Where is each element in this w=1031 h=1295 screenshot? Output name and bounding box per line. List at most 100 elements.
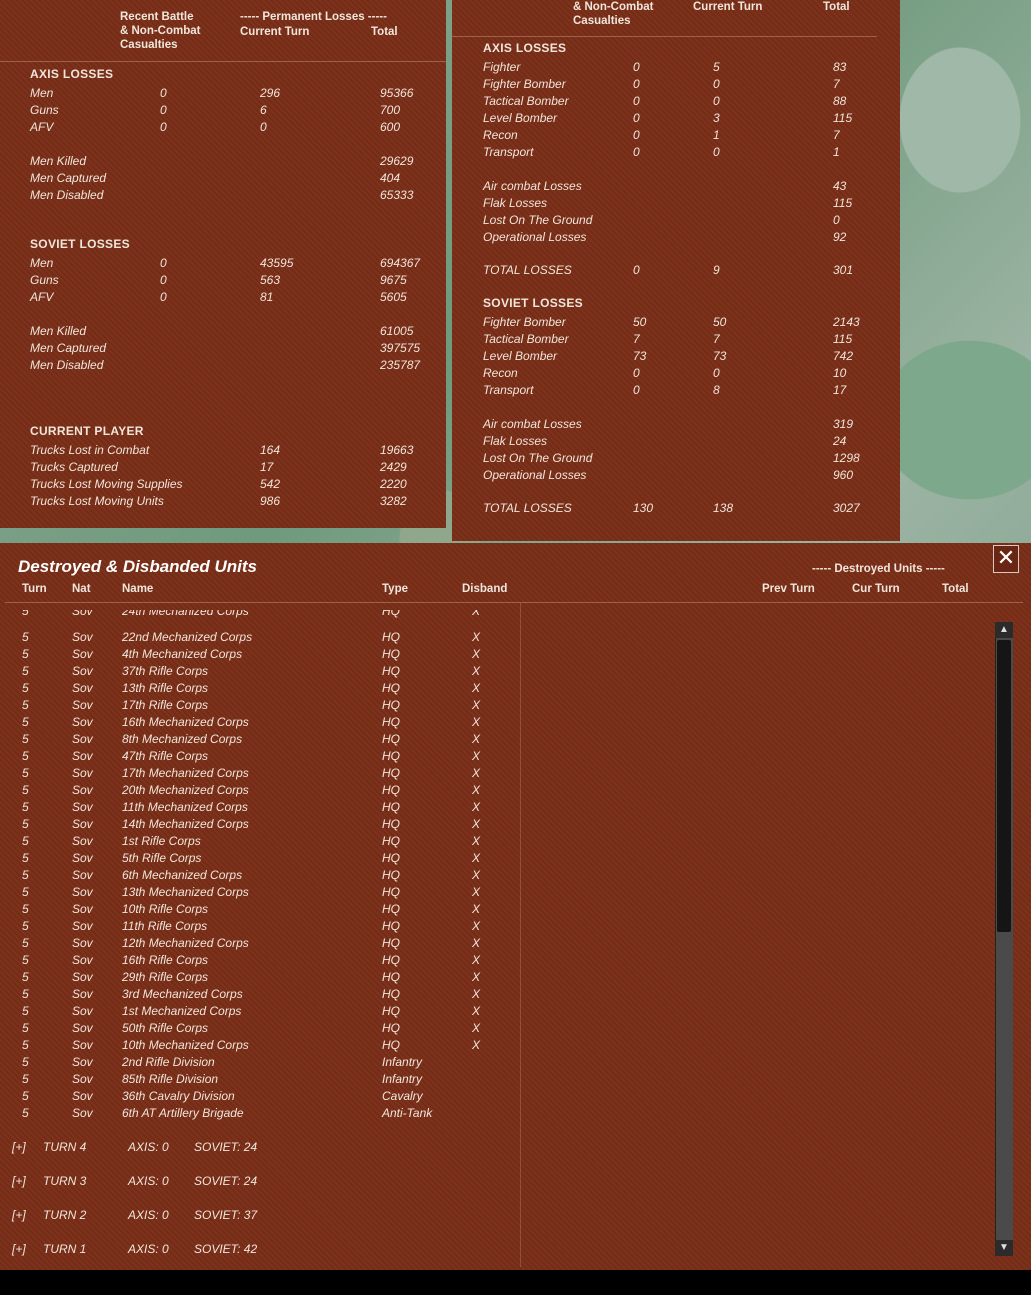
- turn-group-row[interactable]: [+] TURN 3 AXIS: 0 SOVIET: 24: [0, 1173, 520, 1190]
- loss-cause-label: Flak Losses: [483, 196, 548, 210]
- unit-row[interactable]: 5 Sov 17th Rifle Corps HQ X: [0, 697, 520, 714]
- unit-turn: 5: [22, 817, 29, 831]
- aircraft-label: Level Bomber: [483, 111, 558, 125]
- close-button[interactable]: ✕: [993, 545, 1019, 573]
- loss-cause-total: 115: [833, 196, 853, 210]
- unit-type: HQ: [382, 610, 400, 618]
- scroll-up-button[interactable]: ▲: [995, 622, 1013, 638]
- unit-row[interactable]: 5 Sov 36th Cavalry Division Cavalry: [0, 1088, 520, 1105]
- unit-row[interactable]: 5 Sov 8th Mechanized Corps HQ X: [0, 731, 520, 748]
- unit-row[interactable]: 5 Sov 47th Rifle Corps HQ X: [0, 748, 520, 765]
- unit-row[interactable]: 5 Sov 16th Mechanized Corps HQ X: [0, 714, 520, 731]
- unit-name: 36th Cavalry Division: [122, 1089, 235, 1103]
- unit-row[interactable]: 5 Sov 13th Mechanized Corps HQ X: [0, 884, 520, 901]
- col-total-header: Total: [942, 583, 969, 595]
- loss-recent: 0: [160, 256, 167, 270]
- aircraft-recent: 0: [633, 366, 640, 380]
- unit-row[interactable]: 5 Sov 2nd Rifle Division Infantry: [0, 1054, 520, 1071]
- unit-row[interactable]: 5 Sov 11th Mechanized Corps HQ X: [0, 799, 520, 816]
- unit-disband: X: [472, 902, 481, 916]
- unit-row[interactable]: 5 Sov 4th Mechanized Corps HQ X: [0, 646, 520, 663]
- unit-row[interactable]: 5 Sov 17th Mechanized Corps HQ X: [0, 765, 520, 782]
- unit-disband: X: [472, 834, 481, 848]
- turn-group-row[interactable]: [+] TURN 4 AXIS: 0 SOVIET: 24: [0, 1139, 520, 1156]
- loss-recent: 0: [160, 120, 167, 134]
- unit-nat: Sov: [72, 766, 93, 780]
- unit-disband: X: [472, 953, 481, 967]
- expand-toggle[interactable]: [+]: [12, 1207, 26, 1224]
- unit-disband: X: [472, 885, 481, 899]
- expand-toggle[interactable]: [+]: [12, 1241, 26, 1258]
- col-disband-header[interactable]: Disband: [462, 582, 507, 596]
- scroll-down-button[interactable]: ▼: [995, 1240, 1013, 1256]
- loss-recent: 0: [160, 273, 167, 287]
- scroll-thumb[interactable]: [997, 640, 1011, 932]
- unit-turn: 5: [22, 681, 29, 695]
- unit-row[interactable]: 5 Sov 5th Rifle Corps HQ X: [0, 850, 520, 867]
- aircraft-current: 3: [713, 111, 720, 125]
- unit-disband: X: [472, 1021, 481, 1035]
- unit-row[interactable]: 5 Sov 14th Mechanized Corps HQ X: [0, 816, 520, 833]
- unit-disband: X: [472, 715, 481, 729]
- aircraft-current: 7: [713, 332, 720, 346]
- unit-type: HQ: [382, 1004, 400, 1018]
- col-type-header[interactable]: Type: [382, 582, 408, 596]
- unit-type: HQ: [382, 817, 400, 831]
- unit-name: 17th Rifle Corps: [122, 698, 209, 712]
- loss-recent: 0: [160, 103, 167, 117]
- unit-name: 10th Mechanized Corps: [122, 1038, 249, 1052]
- turn-group-row[interactable]: [+] TURN 1 AXIS: 0 SOVIET: 42: [0, 1241, 520, 1258]
- casualty-total: 65333: [380, 188, 414, 202]
- loss-current: 81: [260, 290, 274, 304]
- col-nat-header[interactable]: Nat: [72, 582, 91, 596]
- unit-row[interactable]: 5 Sov 16th Rifle Corps HQ X: [0, 952, 520, 969]
- col-name-header[interactable]: Name: [122, 582, 153, 596]
- unit-nat: Sov: [72, 783, 93, 797]
- unit-row[interactable]: 5 Sov 6th AT Artillery Brigade Anti-Tank: [0, 1105, 520, 1122]
- destroyed-units-header: ----- Destroyed Units -----: [812, 563, 945, 575]
- units-list[interactable]: 5 Sov 24th Mechanized Corps HQ X 5 Sov 22n…: [0, 610, 520, 1265]
- unit-type: HQ: [382, 851, 400, 865]
- unit-row[interactable]: 5 Sov 13th Rifle Corps HQ X: [0, 680, 520, 697]
- loss-current: 43595: [260, 256, 294, 270]
- unit-row[interactable]: 5 Sov 20th Mechanized Corps HQ X: [0, 782, 520, 799]
- unit-row[interactable]: 5 Sov 3rd Mechanized Corps HQ X: [0, 986, 520, 1003]
- unit-name: 3rd Mechanized Corps: [122, 987, 243, 1001]
- truck-current: 986: [260, 494, 281, 508]
- expand-toggle[interactable]: [+]: [12, 1139, 26, 1156]
- unit-name: 13th Rifle Corps: [122, 681, 209, 695]
- unit-disband: X: [472, 783, 481, 797]
- unit-row[interactable]: 5 Sov 50th Rifle Corps HQ X: [0, 1020, 520, 1037]
- unit-row[interactable]: 5 Sov 37th Rifle Corps HQ X: [0, 663, 520, 680]
- unit-row[interactable]: 5 Sov 29th Rifle Corps HQ X: [0, 969, 520, 986]
- unit-row[interactable]: 5 Sov 22nd Mechanized Corps HQ X: [0, 629, 520, 646]
- unit-row[interactable]: 5 Sov 12th Mechanized Corps HQ X: [0, 935, 520, 952]
- unit-nat: Sov: [72, 698, 93, 712]
- turn-label: TURN 2: [43, 1208, 87, 1222]
- aircraft-total: 83: [833, 60, 847, 74]
- expand-toggle[interactable]: [+]: [12, 1173, 26, 1190]
- unit-row[interactable]: 5 Sov 1st Mechanized Corps HQ X: [0, 1003, 520, 1020]
- unit-row[interactable]: 5 Sov 1st Rifle Corps HQ X: [0, 833, 520, 850]
- aircraft-recent: 7: [633, 332, 640, 346]
- aircraft-label: Fighter: [483, 60, 521, 74]
- air-losses-panel: & Non-Combat Casualties Current Turn Tot…: [452, 0, 900, 541]
- unit-row[interactable]: 5 Sov 10th Rifle Corps HQ X: [0, 901, 520, 918]
- unit-turn: 5: [22, 698, 29, 712]
- aircraft-label: Fighter Bomber: [483, 77, 566, 91]
- unit-name: 8th Mechanized Corps: [122, 732, 243, 746]
- unit-row[interactable]: 5 Sov 10th Mechanized Corps HQ X: [0, 1037, 520, 1054]
- unit-turn: 5: [22, 1038, 29, 1052]
- unit-type: HQ: [382, 885, 400, 899]
- unit-name: 1st Rifle Corps: [122, 834, 201, 848]
- col-cur-turn-header: Cur Turn: [852, 583, 900, 595]
- unit-row[interactable]: 5 Sov 11th Rifle Corps HQ X: [0, 918, 520, 935]
- unit-type: HQ: [382, 868, 400, 882]
- col-turn-header[interactable]: Turn: [22, 582, 47, 596]
- turn-group-row[interactable]: [+] TURN 2 AXIS: 0 SOVIET: 37: [0, 1207, 520, 1224]
- loss-current: 563: [260, 273, 281, 287]
- loss-total: 95366: [380, 86, 414, 100]
- loss-cause-label: Operational Losses: [483, 230, 587, 244]
- unit-row[interactable]: 5 Sov 85th Rifle Division Infantry: [0, 1071, 520, 1088]
- unit-row[interactable]: 5 Sov 6th Mechanized Corps HQ X: [0, 867, 520, 884]
